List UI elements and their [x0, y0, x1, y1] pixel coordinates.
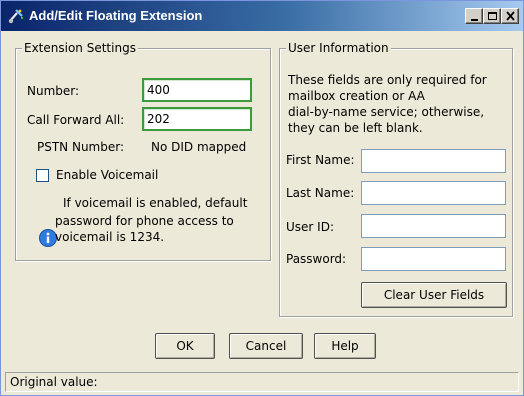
call-forward-input[interactable] — [142, 107, 252, 131]
maximize-button[interactable] — [483, 8, 501, 24]
last-name-label: Last Name: — [286, 186, 355, 200]
close-button[interactable] — [501, 8, 519, 24]
cancel-button[interactable]: Cancel — [229, 333, 303, 359]
description-line: These fields are only required for — [288, 73, 487, 87]
voicemail-note: If voicemail is enabled, default — [63, 195, 247, 211]
user-id-input[interactable] — [361, 214, 506, 238]
extension-settings-title: Extension Settings — [22, 41, 138, 55]
number-label: Number: — [27, 84, 80, 98]
dialog-window: Add/Edit Floating Extension Extension Se… — [0, 0, 524, 396]
pstn-value: No DID mapped — [151, 140, 247, 154]
maximize-icon — [488, 12, 497, 20]
number-input[interactable] — [142, 78, 252, 102]
voicemail-note: password for phone access to voicemail i… — [55, 213, 234, 245]
minimize-button[interactable] — [465, 8, 483, 24]
user-information-title: User Information — [286, 41, 391, 55]
voicemail-note-line: If voicemail is enabled, default — [63, 196, 248, 210]
title-bar[interactable]: Add/Edit Floating Extension — [1, 1, 523, 31]
password-label: Password: — [286, 252, 347, 266]
user-id-label: User ID: — [286, 220, 334, 234]
clear-user-fields-button[interactable]: Clear User Fields — [361, 282, 507, 308]
description-line: dial-by-name service; otherwise, — [288, 105, 485, 119]
user-info-description: These fields are only required for mailb… — [288, 72, 487, 136]
pstn-label: PSTN Number: — [37, 140, 125, 154]
ok-button[interactable]: OK — [155, 333, 215, 359]
first-name-input[interactable] — [361, 149, 506, 173]
phone-app-icon — [8, 9, 24, 24]
status-text: Original value: — [10, 375, 98, 389]
close-icon — [506, 11, 515, 21]
last-name-input[interactable] — [361, 181, 506, 205]
description-line: mailbox creation or AA — [288, 89, 425, 103]
status-bar: Original value: — [5, 372, 519, 392]
password-input[interactable] — [361, 247, 506, 271]
minimize-icon — [471, 19, 478, 21]
dialog-content: Extension Settings Number: Call Forward … — [1, 31, 523, 395]
enable-voicemail-checkbox[interactable] — [36, 169, 49, 182]
voicemail-note-line: password for phone access to — [55, 214, 234, 228]
enable-voicemail-label[interactable]: Enable Voicemail — [56, 168, 158, 182]
window-title: Add/Edit Floating Extension — [29, 8, 203, 23]
help-button[interactable]: Help — [314, 333, 376, 359]
call-forward-label: Call Forward All: — [27, 113, 125, 127]
description-line: they can be left blank. — [288, 121, 423, 135]
voicemail-note-line: voicemail is 1234. — [55, 230, 165, 244]
first-name-label: First Name: — [286, 153, 355, 167]
